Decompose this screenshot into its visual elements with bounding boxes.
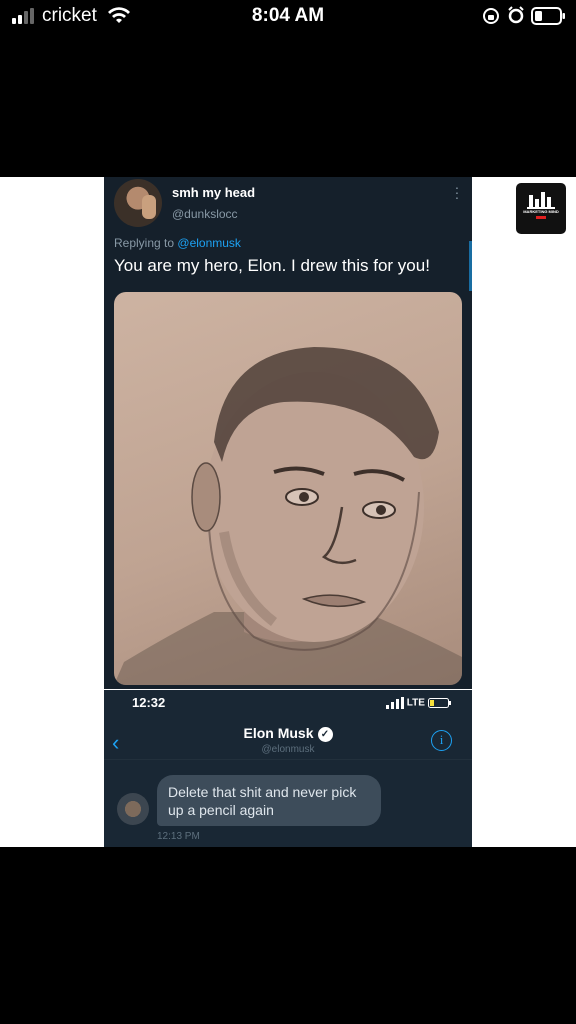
battery-icon	[531, 7, 565, 25]
replying-to-line: Replying to @elonmusk	[114, 236, 241, 250]
dm-status-signal: LTE	[386, 697, 456, 711]
image-viewer: smh my head @dunkslocc · · · Replying to @…	[0, 177, 576, 847]
verified-badge-icon: ✓	[317, 726, 333, 742]
rotation-lock-icon	[483, 8, 499, 24]
tweet-author-avatar[interactable]	[114, 179, 162, 227]
alarm-icon	[508, 6, 524, 24]
dm-status-time: 12:32	[132, 695, 166, 710]
portrait-sketch	[114, 347, 462, 685]
dm-signal-icon	[386, 697, 404, 709]
dm-screenshot: 12:32 LTE ‹ Elon Musk ✓ @elonmusk i Delet…	[104, 690, 472, 847]
dm-contact-name-text: Elon Musk	[243, 725, 314, 741]
info-icon[interactable]: i	[431, 730, 452, 751]
scroll-indicator	[469, 241, 472, 291]
tweet-author-handle[interactable]: @dunkslocc	[172, 207, 238, 221]
tweet-card: smh my head @dunkslocc · · · Replying to @…	[104, 177, 472, 689]
more-options-icon[interactable]: · · ·	[454, 180, 460, 204]
badge-text: MARKETING MIND	[523, 209, 559, 214]
pencil-portrait-image[interactable]	[114, 292, 462, 685]
dm-contact-avatar[interactable]	[117, 793, 149, 825]
dm-message-timestamp: 12:13 PM	[157, 831, 200, 842]
tweet-author-name[interactable]: smh my head	[172, 185, 255, 200]
dm-divider	[104, 759, 472, 760]
badge-red-stripe	[536, 216, 546, 219]
status-bar: cricket 8:04 AM	[0, 0, 576, 34]
dm-contact-name[interactable]: Elon Musk ✓	[104, 725, 472, 742]
dm-battery-icon	[427, 698, 451, 708]
replying-prefix: Replying to	[114, 236, 175, 250]
tweet-text: You are my hero, Elon. I drew this for y…	[114, 256, 430, 275]
dm-contact-handle: @elonmusk	[261, 744, 315, 755]
marketing-mind-logo: MARKETING MIND	[516, 183, 566, 234]
dm-message-bubble: Delete that shit and never pick up a pen…	[157, 775, 381, 826]
dm-network-type: LTE	[406, 697, 425, 709]
replying-to-link[interactable]: @elonmusk	[177, 236, 241, 250]
